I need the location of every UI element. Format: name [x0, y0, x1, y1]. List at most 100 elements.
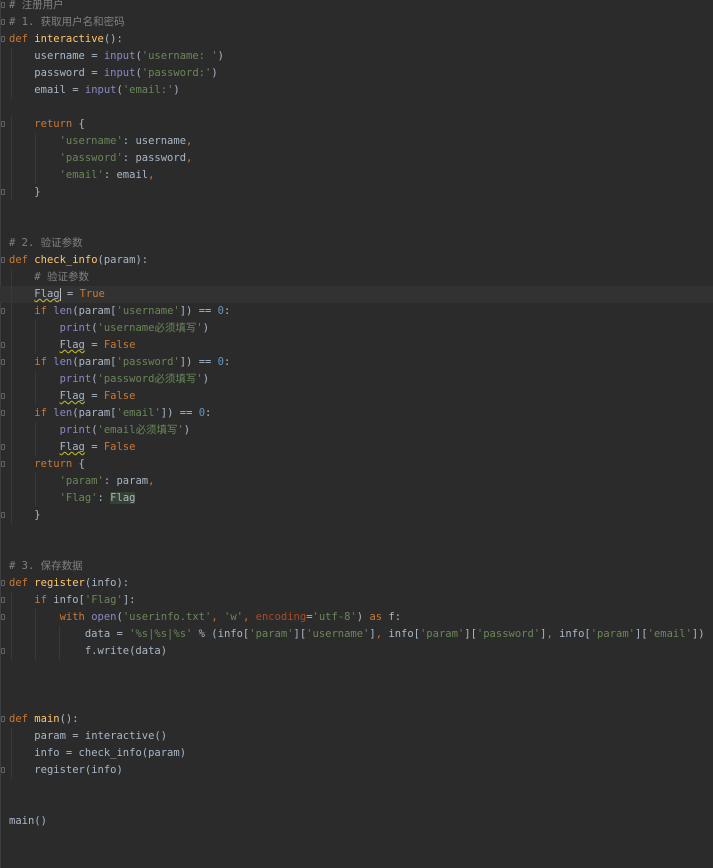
fold-marker-icon[interactable] — [1, 716, 5, 722]
code-text: 'password': password, — [9, 152, 193, 164]
string-token: 'password' — [476, 628, 541, 640]
fold-marker-icon[interactable] — [1, 359, 5, 365]
code-line[interactable] — [0, 660, 713, 677]
code-line[interactable]: return { — [0, 456, 713, 473]
code-line[interactable]: print('password必须填写') — [0, 371, 713, 388]
fold-marker-icon[interactable] — [1, 461, 5, 467]
code-line[interactable]: Flag = False — [0, 337, 713, 354]
code-text: if len(param['password']) == 0: — [9, 356, 230, 368]
fold-marker-icon[interactable] — [1, 410, 5, 416]
fold-marker-icon[interactable] — [1, 121, 5, 127]
code-line[interactable]: # 验证参数 — [0, 269, 713, 286]
builtin-token: input — [103, 50, 136, 62]
code-text: # 注册用户 — [9, 0, 64, 11]
code-line[interactable] — [0, 677, 713, 694]
code-line[interactable]: 'Flag': Flag — [0, 490, 713, 507]
code-line[interactable] — [0, 201, 713, 218]
fold-marker-icon[interactable] — [1, 308, 5, 314]
code-line[interactable] — [0, 99, 713, 116]
indent-guide — [11, 65, 12, 82]
fold-marker-icon[interactable] — [1, 257, 5, 263]
code-line[interactable]: # 2. 验证参数 — [0, 235, 713, 252]
comment-token: # 注册用户 — [9, 0, 64, 11]
code-line[interactable] — [0, 694, 713, 711]
code-token: data = — [84, 628, 130, 640]
fold-marker-icon[interactable] — [1, 444, 5, 450]
fold-marker-icon[interactable] — [1, 19, 5, 25]
fold-marker-icon[interactable] — [1, 189, 5, 195]
fold-marker-icon[interactable] — [1, 342, 5, 348]
fold-marker-icon[interactable] — [1, 614, 5, 620]
code-token: : password — [122, 152, 187, 164]
code-line[interactable] — [0, 218, 713, 235]
code-line[interactable]: password = input('password:') — [0, 65, 713, 82]
code-line[interactable] — [0, 541, 713, 558]
code-token: (param[ — [72, 407, 117, 419]
code-text: # 3. 保存数据 — [9, 560, 83, 572]
indent-guide — [11, 490, 12, 507]
code-line[interactable]: if len(param['email']) == 0: — [0, 405, 713, 422]
code-line[interactable]: email = input('email:') — [0, 82, 713, 99]
code-line[interactable]: if info['Flag']: — [0, 592, 713, 609]
fold-marker-icon[interactable] — [1, 767, 5, 773]
code-line[interactable]: 'email': email, — [0, 167, 713, 184]
code-token: { — [72, 458, 85, 470]
code-line[interactable]: register(info) — [0, 762, 713, 779]
code-line[interactable]: # 1. 获取用户名和密码 — [0, 14, 713, 31]
code-line[interactable]: def register(info): — [0, 575, 713, 592]
fold-marker-icon[interactable] — [1, 36, 5, 42]
code-line[interactable]: # 3. 保存数据 — [0, 558, 713, 575]
code-line[interactable] — [0, 524, 713, 541]
string-token: 'email:' — [122, 84, 174, 96]
code-line[interactable]: def check_info(param): — [0, 252, 713, 269]
fold-marker-icon[interactable] — [1, 2, 5, 8]
code-line[interactable]: 'username': username, — [0, 133, 713, 150]
fold-marker-icon[interactable] — [1, 512, 5, 518]
code-line[interactable]: 'password': password, — [0, 150, 713, 167]
code-line[interactable] — [0, 796, 713, 813]
code-line[interactable]: with open('userinfo.txt', 'w', encoding=… — [0, 609, 713, 626]
fold-marker-icon[interactable] — [1, 393, 5, 399]
code-line[interactable]: Flag = False — [0, 388, 713, 405]
code-token: ]) == — [179, 356, 218, 368]
code-line[interactable]: 'param': param, — [0, 473, 713, 490]
code-line[interactable]: print('username必须填写') — [0, 320, 713, 337]
code-token: info = check_info(param) — [34, 747, 187, 759]
code-line[interactable]: if len(param['username']) == 0: — [0, 303, 713, 320]
keyword-token: , — [211, 611, 224, 623]
comment-token: # 2. 验证参数 — [9, 237, 83, 249]
code-text: data = '%s|%s|%s' % (info['param']['user… — [9, 628, 705, 640]
code-line[interactable]: def main(): — [0, 711, 713, 728]
fold-marker-icon[interactable] — [1, 648, 5, 654]
code-line[interactable]: Flag = False — [0, 439, 713, 456]
keyword-token: with — [59, 611, 85, 623]
keyword-token: , — [186, 135, 193, 147]
code-line[interactable]: } — [0, 184, 713, 201]
code-line[interactable]: param = interactive() — [0, 728, 713, 745]
code-line[interactable]: username = input('username: ') — [0, 48, 713, 65]
code-line[interactable]: Flag = True — [0, 286, 713, 303]
code-line[interactable]: main() — [0, 813, 713, 830]
indent-guide — [11, 626, 12, 643]
code-token: username = — [34, 50, 104, 62]
code-line[interactable]: print('email必须填写') — [0, 422, 713, 439]
code-token: ) — [173, 84, 180, 96]
fold-marker-icon[interactable] — [1, 580, 5, 586]
fold-marker-icon[interactable] — [1, 597, 5, 603]
code-line[interactable] — [0, 779, 713, 796]
code-line[interactable]: f.write(data) — [0, 643, 713, 660]
code-text: if len(param['email']) == 0: — [9, 407, 211, 419]
code-line[interactable]: if len(param['password']) == 0: — [0, 354, 713, 371]
indent-guide — [59, 626, 60, 643]
code-editor[interactable]: # 注册用户 # 1. 获取用户名和密码 def interactive(): us… — [0, 0, 713, 868]
code-line[interactable]: return { — [0, 116, 713, 133]
code-line[interactable]: info = check_info(param) — [0, 745, 713, 762]
code-text: # 2. 验证参数 — [9, 237, 83, 249]
code-line[interactable]: def interactive(): — [0, 31, 713, 48]
code-line[interactable]: data = '%s|%s|%s' % (info['param']['user… — [0, 626, 713, 643]
string-token: 'username' — [59, 135, 123, 147]
indent-guide — [35, 422, 36, 439]
code-line[interactable]: # 注册用户 — [0, 0, 713, 14]
function-name-token: main — [34, 713, 60, 725]
code-line[interactable]: } — [0, 507, 713, 524]
